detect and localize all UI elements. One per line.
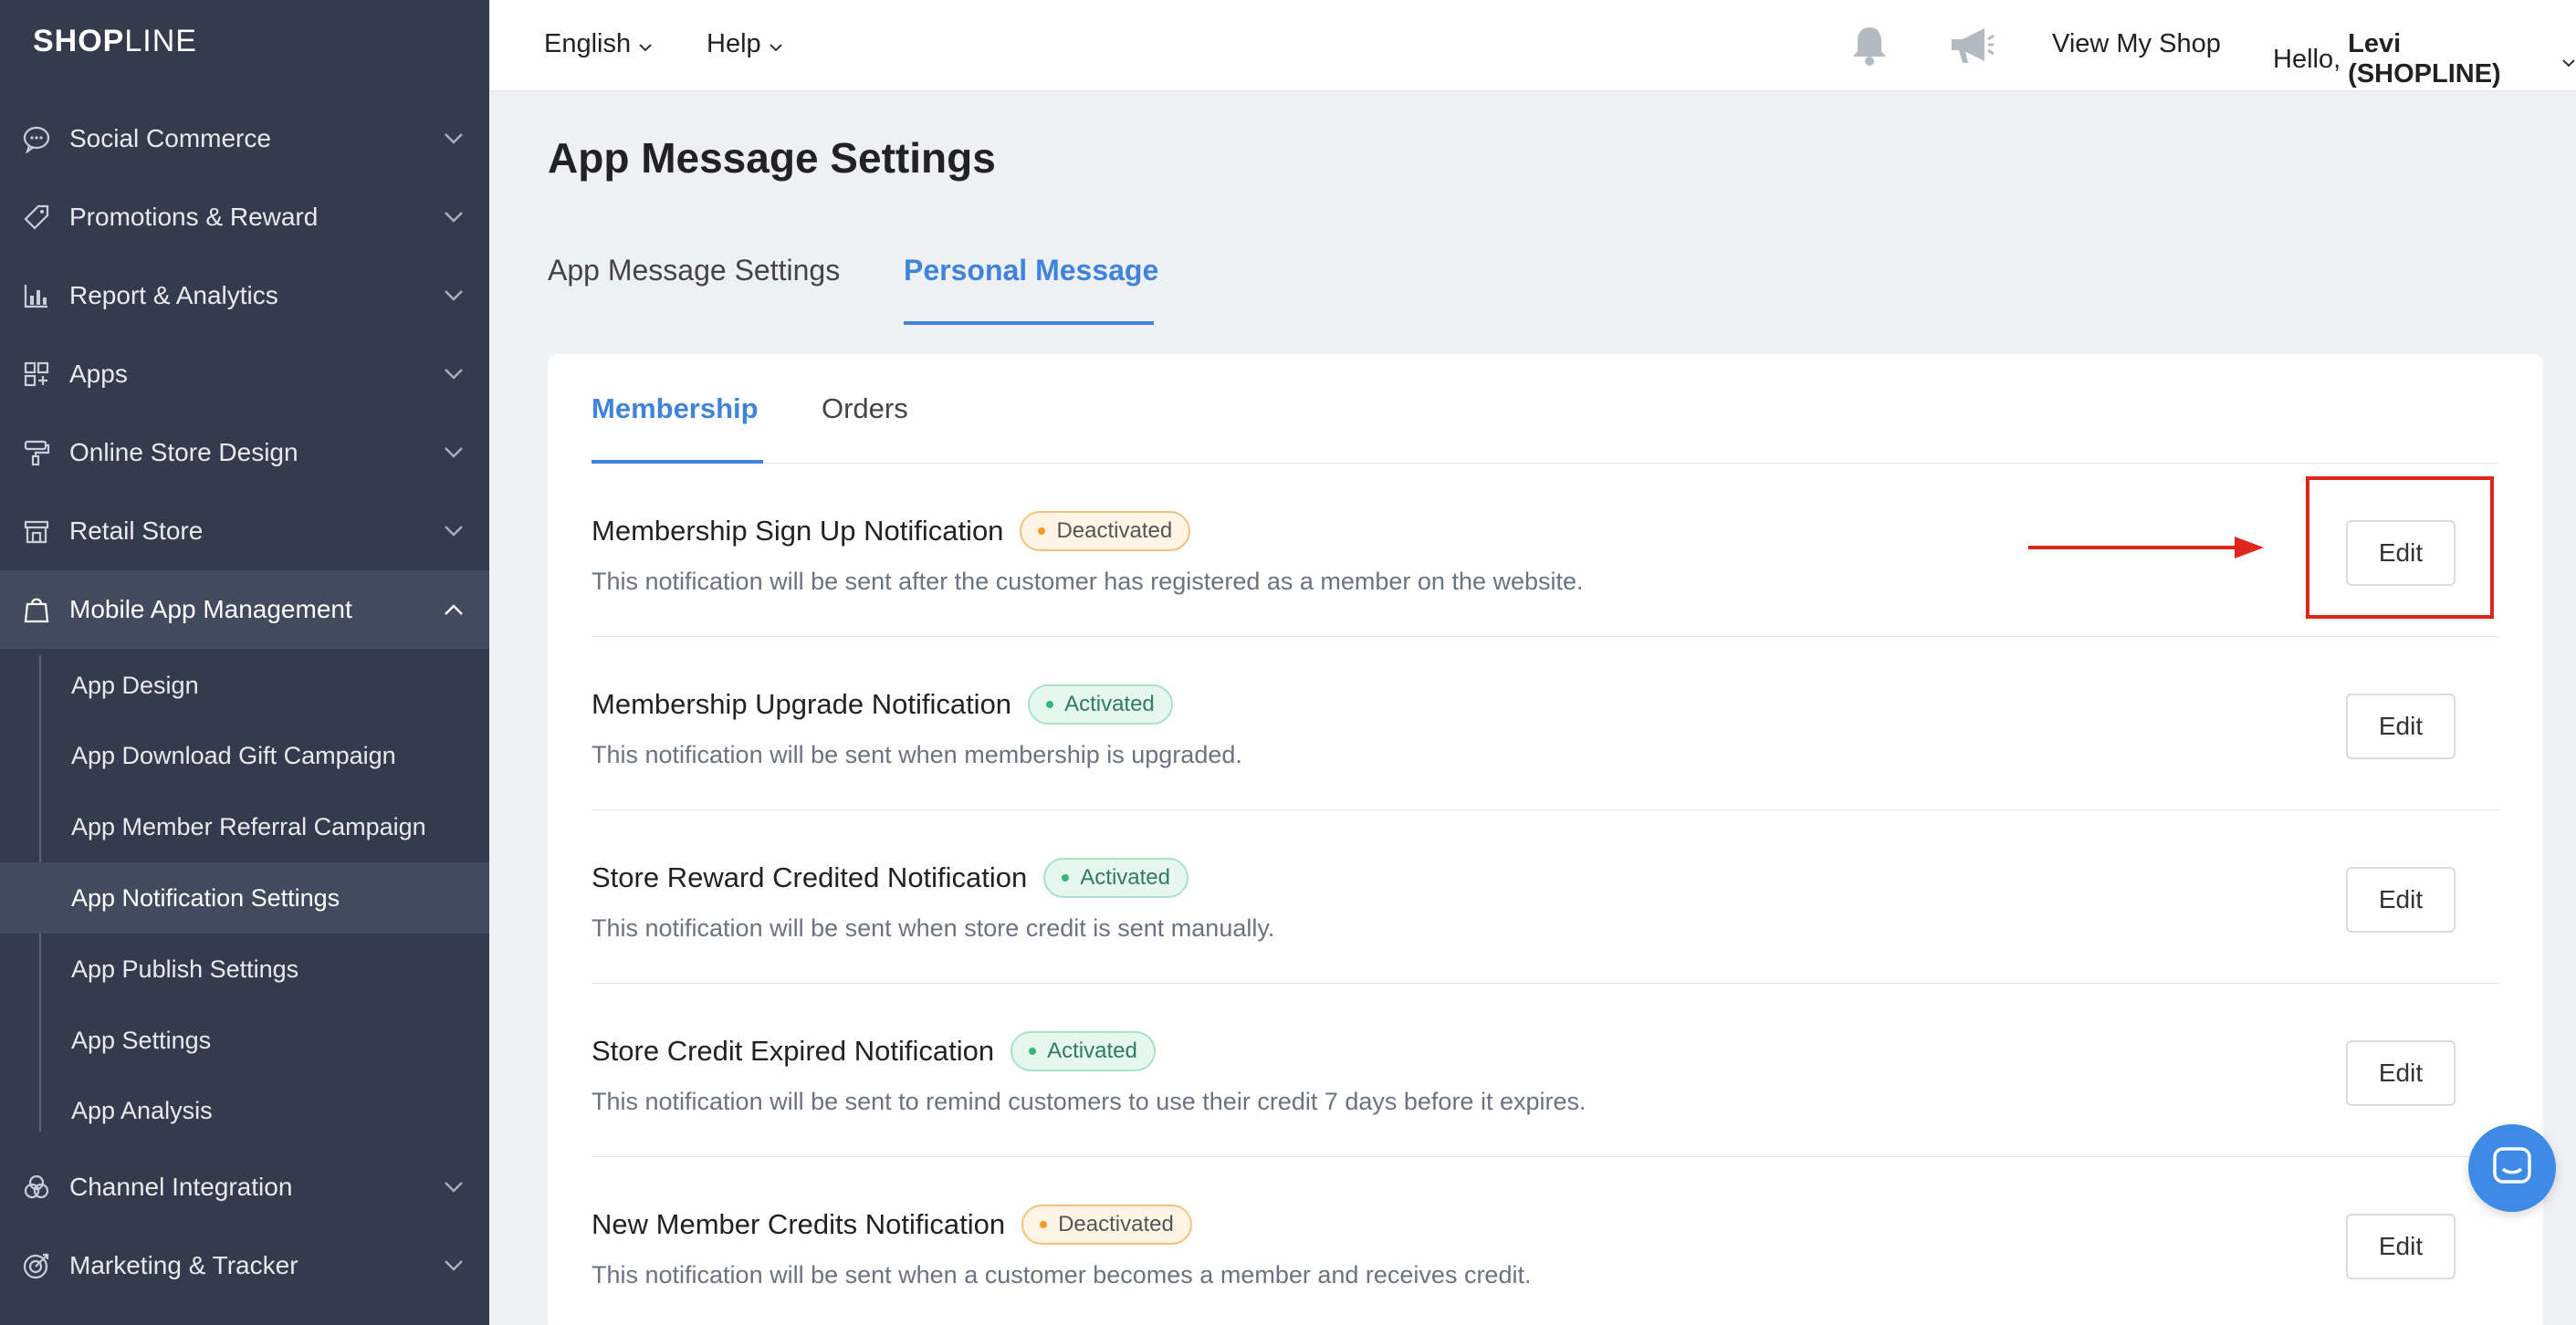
sidebar-item-label: Mobile App Management <box>69 595 352 623</box>
chevron-down-icon <box>442 519 466 543</box>
chevron-down-icon <box>638 29 653 59</box>
sidebar-item-label: Retail Store <box>69 516 204 545</box>
sidebar-item-label: Social Commerce <box>69 124 271 152</box>
sidebar-item-promotions[interactable]: Promotions & Reward <box>0 178 489 256</box>
edit-button[interactable]: Edit <box>2346 1040 2456 1106</box>
chevron-down-icon <box>442 1175 466 1199</box>
list-item: Store Reward Credited Notification Activ… <box>592 810 2499 984</box>
list-item: Store Credit Expired Notification Activa… <box>592 984 2499 1157</box>
highlight-box <box>2306 476 2494 619</box>
list-item: New Member Credits Notification Deactiva… <box>592 1157 2499 1325</box>
bar-chart-icon <box>20 279 53 312</box>
sidebar-item-online-store-design[interactable]: Online Store Design <box>0 413 489 492</box>
subtab-membership[interactable]: Membership <box>592 392 759 425</box>
sidebar-item-channel-integration[interactable]: Channel Integration <box>0 1148 489 1226</box>
status-badge: Activated <box>1043 858 1189 898</box>
notification-title: Membership Upgrade Notification <box>592 688 1012 720</box>
page-title: App Message Settings <box>548 134 996 182</box>
sidebar-item-report[interactable]: Report & Analytics <box>0 256 489 335</box>
sidebar-item-marketing-tracker[interactable]: Marketing & Tracker <box>0 1226 489 1305</box>
bell-icon[interactable] <box>1846 22 1893 69</box>
user-menu[interactable]: Hello, Levi (SHOPLINE) <box>2273 29 2576 89</box>
shopline-logo[interactable]: SHOPLINE <box>33 24 197 59</box>
user-name: Levi (SHOPLINE) <box>2348 29 2501 89</box>
sidebar-item-apps[interactable]: Apps <box>0 335 489 413</box>
tab-personal-message[interactable]: Personal Message <box>904 254 1158 287</box>
chat-bubble-icon <box>20 122 53 155</box>
status-badge: Deactivated <box>1020 511 1191 551</box>
subtab-orders[interactable]: Orders <box>822 392 908 425</box>
chevron-down-icon <box>442 284 466 308</box>
chevron-down-icon <box>2561 45 2576 75</box>
chat-support-button[interactable] <box>2468 1124 2556 1212</box>
edit-button[interactable]: Edit <box>2346 1214 2456 1279</box>
hello-label: Hello, <box>2273 44 2341 74</box>
language-label: English <box>544 29 632 58</box>
chevron-down-icon <box>442 127 466 151</box>
sidebar-subitem-app-publish-settings[interactable]: App Publish Settings <box>0 934 489 1005</box>
help-dropdown[interactable]: Help <box>707 29 783 59</box>
notification-description: This notification will be sent to remind… <box>592 1088 1586 1115</box>
notification-description: This notification will be sent when memb… <box>592 741 1242 768</box>
arrow-right-icon <box>2028 537 2264 558</box>
sidebar-subitem-app-download-gift[interactable]: App Download Gift Campaign <box>0 720 489 791</box>
sidebar-item-mobile-app-management[interactable]: Mobile App Management <box>0 570 489 649</box>
paint-roller-icon <box>20 436 53 469</box>
chevron-down-icon <box>442 441 466 464</box>
chevron-down-icon <box>442 362 466 386</box>
circles-icon <box>20 1171 53 1204</box>
chevron-down-icon <box>442 1254 466 1278</box>
chevron-down-icon <box>442 205 466 229</box>
view-my-shop-link[interactable]: View My Shop <box>2052 29 2221 59</box>
notification-title: Membership Sign Up Notification <box>592 515 1004 547</box>
sidebar-item-label: Online Store Design <box>69 438 298 466</box>
sidebar-subitem-app-settings[interactable]: App Settings <box>0 1005 489 1076</box>
status-badge: Activated <box>1028 684 1173 725</box>
chevron-up-icon <box>442 598 466 621</box>
tag-icon <box>20 201 53 234</box>
sidebar-item-label: Marketing & Tracker <box>69 1251 298 1279</box>
sidebar-subitem-app-member-referral[interactable]: App Member Referral Campaign <box>0 791 489 862</box>
sidebar-item-label: Promotions & Reward <box>69 203 319 231</box>
megaphone-icon[interactable] <box>1948 22 1995 69</box>
notification-title: New Member Credits Notification <box>592 1208 1006 1240</box>
edit-button[interactable]: Edit <box>2346 867 2456 933</box>
shopping-bag-icon <box>20 593 53 626</box>
chevron-down-icon <box>769 29 783 59</box>
target-icon <box>20 1249 53 1282</box>
sidebar-item-label: Channel Integration <box>69 1173 293 1201</box>
notification-description: This notification will be sent after the… <box>592 568 1584 595</box>
tab-app-message-settings[interactable]: App Message Settings <box>548 254 840 287</box>
top-bar: English Help View My Shop Hello, Levi (S… <box>489 0 2576 91</box>
sidebar-item-social-commerce[interactable]: Social Commerce <box>0 99 489 178</box>
help-label: Help <box>707 29 761 58</box>
language-dropdown[interactable]: English <box>544 29 653 59</box>
edit-button[interactable]: Edit <box>2346 694 2456 759</box>
status-badge: Deactivated <box>1021 1205 1192 1245</box>
status-badge: Activated <box>1011 1031 1156 1071</box>
sidebar-subitem-app-analysis[interactable]: App Analysis <box>0 1075 489 1146</box>
sidebar-subitem-app-notification-settings[interactable]: App Notification Settings <box>0 862 489 934</box>
notification-description: This notification will be sent when stor… <box>592 914 1275 942</box>
chat-icon <box>2491 1145 2533 1192</box>
sidebar-item-retail-store[interactable]: Retail Store <box>0 492 489 570</box>
store-icon <box>20 515 53 548</box>
sidebar: SHOPLINE Social Commerce Promotions & Re… <box>0 0 489 1325</box>
sidebar-subitem-app-design[interactable]: App Design <box>0 650 489 721</box>
sidebar-item-label: Apps <box>69 360 128 388</box>
apps-grid-icon <box>20 358 53 391</box>
active-tab-indicator <box>904 321 1154 325</box>
notification-title: Store Credit Expired Notification <box>592 1035 995 1067</box>
notification-title: Store Reward Credited Notification <box>592 861 1028 893</box>
notification-description: This notification will be sent when a cu… <box>592 1261 1532 1288</box>
sidebar-item-label: Report & Analytics <box>69 281 278 309</box>
list-item: Membership Upgrade Notification Activate… <box>592 637 2499 810</box>
